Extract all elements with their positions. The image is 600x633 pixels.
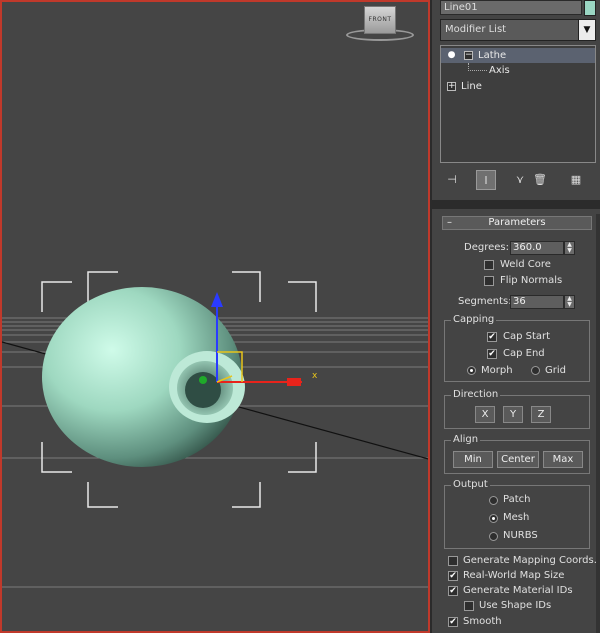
collapse-icon: – — [447, 217, 452, 228]
align-group: Align Min Center Max — [444, 434, 590, 474]
direction-group: Direction X Y Z — [444, 389, 590, 429]
remove-modifier-icon[interactable]: 🗑 — [530, 170, 550, 190]
stack-item-line[interactable]: + Line — [441, 79, 595, 94]
object-color-swatch[interactable] — [584, 0, 596, 16]
stack-item-axis[interactable]: Axis — [441, 63, 595, 78]
generate-material-ids-checkbox[interactable]: ✔ — [448, 586, 458, 596]
segments-spinner-arrows[interactable]: ▲ ▼ — [564, 295, 575, 309]
patch-label: Patch — [503, 494, 531, 505]
object-name-field[interactable]: Line01 — [440, 0, 582, 15]
generate-mapping-checkbox[interactable] — [448, 556, 458, 566]
morph-label: Morph — [481, 365, 513, 376]
app-window: x FRONT Line01 Modifier List ▼ ● − Lathe… — [0, 0, 600, 633]
viewport-canvas — [2, 271, 428, 588]
pin-stack-icon[interactable]: ⊣ — [442, 170, 462, 190]
align-min-button[interactable]: Min — [453, 451, 493, 468]
nurbs-label: NURBS — [503, 530, 538, 541]
collapse-box-icon[interactable]: − — [464, 51, 473, 60]
configure-modifier-sets-icon[interactable]: ▦ — [566, 170, 586, 190]
grid-radio[interactable] — [531, 366, 540, 375]
direction-z-button[interactable]: Z — [531, 406, 551, 423]
stack-item-label: Axis — [489, 65, 510, 76]
rollout-title: Parameters — [488, 217, 546, 228]
degrees-spinner-field[interactable]: 360.0 — [510, 241, 564, 255]
segments-label: Segments: — [458, 296, 512, 307]
modifier-stack: ● − Lathe Axis + Line — [440, 45, 596, 163]
panel-scrollbar[interactable] — [596, 214, 600, 633]
modifier-list-label: Modifier List — [445, 24, 507, 35]
stack-toolbar: ⊣ I ⋎ 🗑 ▦ — [440, 168, 596, 194]
smooth-checkbox[interactable]: ✔ — [448, 617, 458, 627]
output-group-title: Output — [451, 479, 490, 490]
tree-line-icon — [468, 63, 487, 71]
cap-end-label: Cap End — [503, 348, 545, 359]
use-shape-ids-label: Use Shape IDs — [479, 600, 552, 611]
direction-group-title: Direction — [451, 389, 501, 400]
capping-group: Capping ✔ Cap Start ✔ Cap End Morph Grid — [444, 314, 590, 382]
direction-y-button[interactable]: Y — [503, 406, 523, 423]
flip-normals-label: Flip Normals — [500, 275, 563, 286]
stack-item-lathe[interactable]: ● − Lathe — [441, 48, 595, 63]
degrees-spinner-arrows[interactable]: ▲ ▼ — [564, 241, 575, 255]
panel-separator — [432, 200, 600, 209]
flip-normals-checkbox[interactable] — [484, 276, 494, 286]
cap-start-label: Cap Start — [503, 331, 551, 342]
front-viewport[interactable]: x FRONT — [0, 0, 430, 633]
real-world-map-size-checkbox[interactable]: ✔ — [448, 571, 458, 581]
weld-core-label: Weld Core — [500, 259, 551, 270]
generate-mapping-label: Generate Mapping Coords. — [463, 555, 597, 566]
mesh-radio[interactable] — [489, 514, 498, 523]
degrees-label: Degrees: — [464, 242, 509, 253]
make-unique-icon[interactable]: ⋎ — [510, 170, 530, 190]
mesh-label: Mesh — [503, 512, 530, 523]
parameters-rollout: – Parameters Degrees: 360.0 ▲ ▼ Weld Core… — [438, 214, 597, 633]
chevron-down-icon[interactable]: ▼ — [578, 20, 595, 40]
expand-box-icon[interactable]: + — [447, 82, 456, 91]
direction-x-button[interactable]: X — [475, 406, 495, 423]
lathe-object — [42, 287, 245, 467]
cap-start-checkbox[interactable]: ✔ — [487, 332, 497, 342]
lightbulb-icon[interactable]: ● — [447, 50, 456, 60]
modifier-list-dropdown[interactable]: Modifier List ▼ — [440, 19, 596, 41]
align-group-title: Align — [451, 434, 481, 445]
stack-item-label: Line — [461, 81, 482, 92]
nurbs-radio[interactable] — [489, 532, 498, 541]
use-shape-ids-checkbox[interactable] — [464, 601, 474, 611]
stack-item-label: Lathe — [478, 50, 507, 61]
segments-spinner-field[interactable]: 36 — [510, 295, 564, 309]
grid-label: Grid — [545, 365, 566, 376]
align-max-button[interactable]: Max — [543, 451, 583, 468]
morph-radio[interactable] — [467, 366, 476, 375]
capping-group-title: Capping — [451, 314, 497, 325]
cap-end-checkbox[interactable]: ✔ — [487, 349, 497, 359]
weld-core-checkbox[interactable] — [484, 260, 494, 270]
command-panel: Line01 Modifier List ▼ ● − Lathe Axis + … — [432, 0, 600, 633]
real-world-map-size-label: Real-World Map Size — [463, 570, 565, 581]
generate-material-ids-label: Generate Material IDs — [463, 585, 573, 596]
axis-x-label: x — [312, 371, 318, 381]
show-end-result-icon[interactable]: I — [476, 170, 496, 190]
output-group: Output Patch Mesh NURBS — [444, 479, 590, 549]
align-center-button[interactable]: Center — [497, 451, 539, 468]
viewcube[interactable]: FRONT — [364, 6, 396, 34]
patch-radio[interactable] — [489, 496, 498, 505]
parameters-rollout-header[interactable]: – Parameters — [442, 216, 592, 230]
smooth-label: Smooth — [463, 616, 502, 627]
